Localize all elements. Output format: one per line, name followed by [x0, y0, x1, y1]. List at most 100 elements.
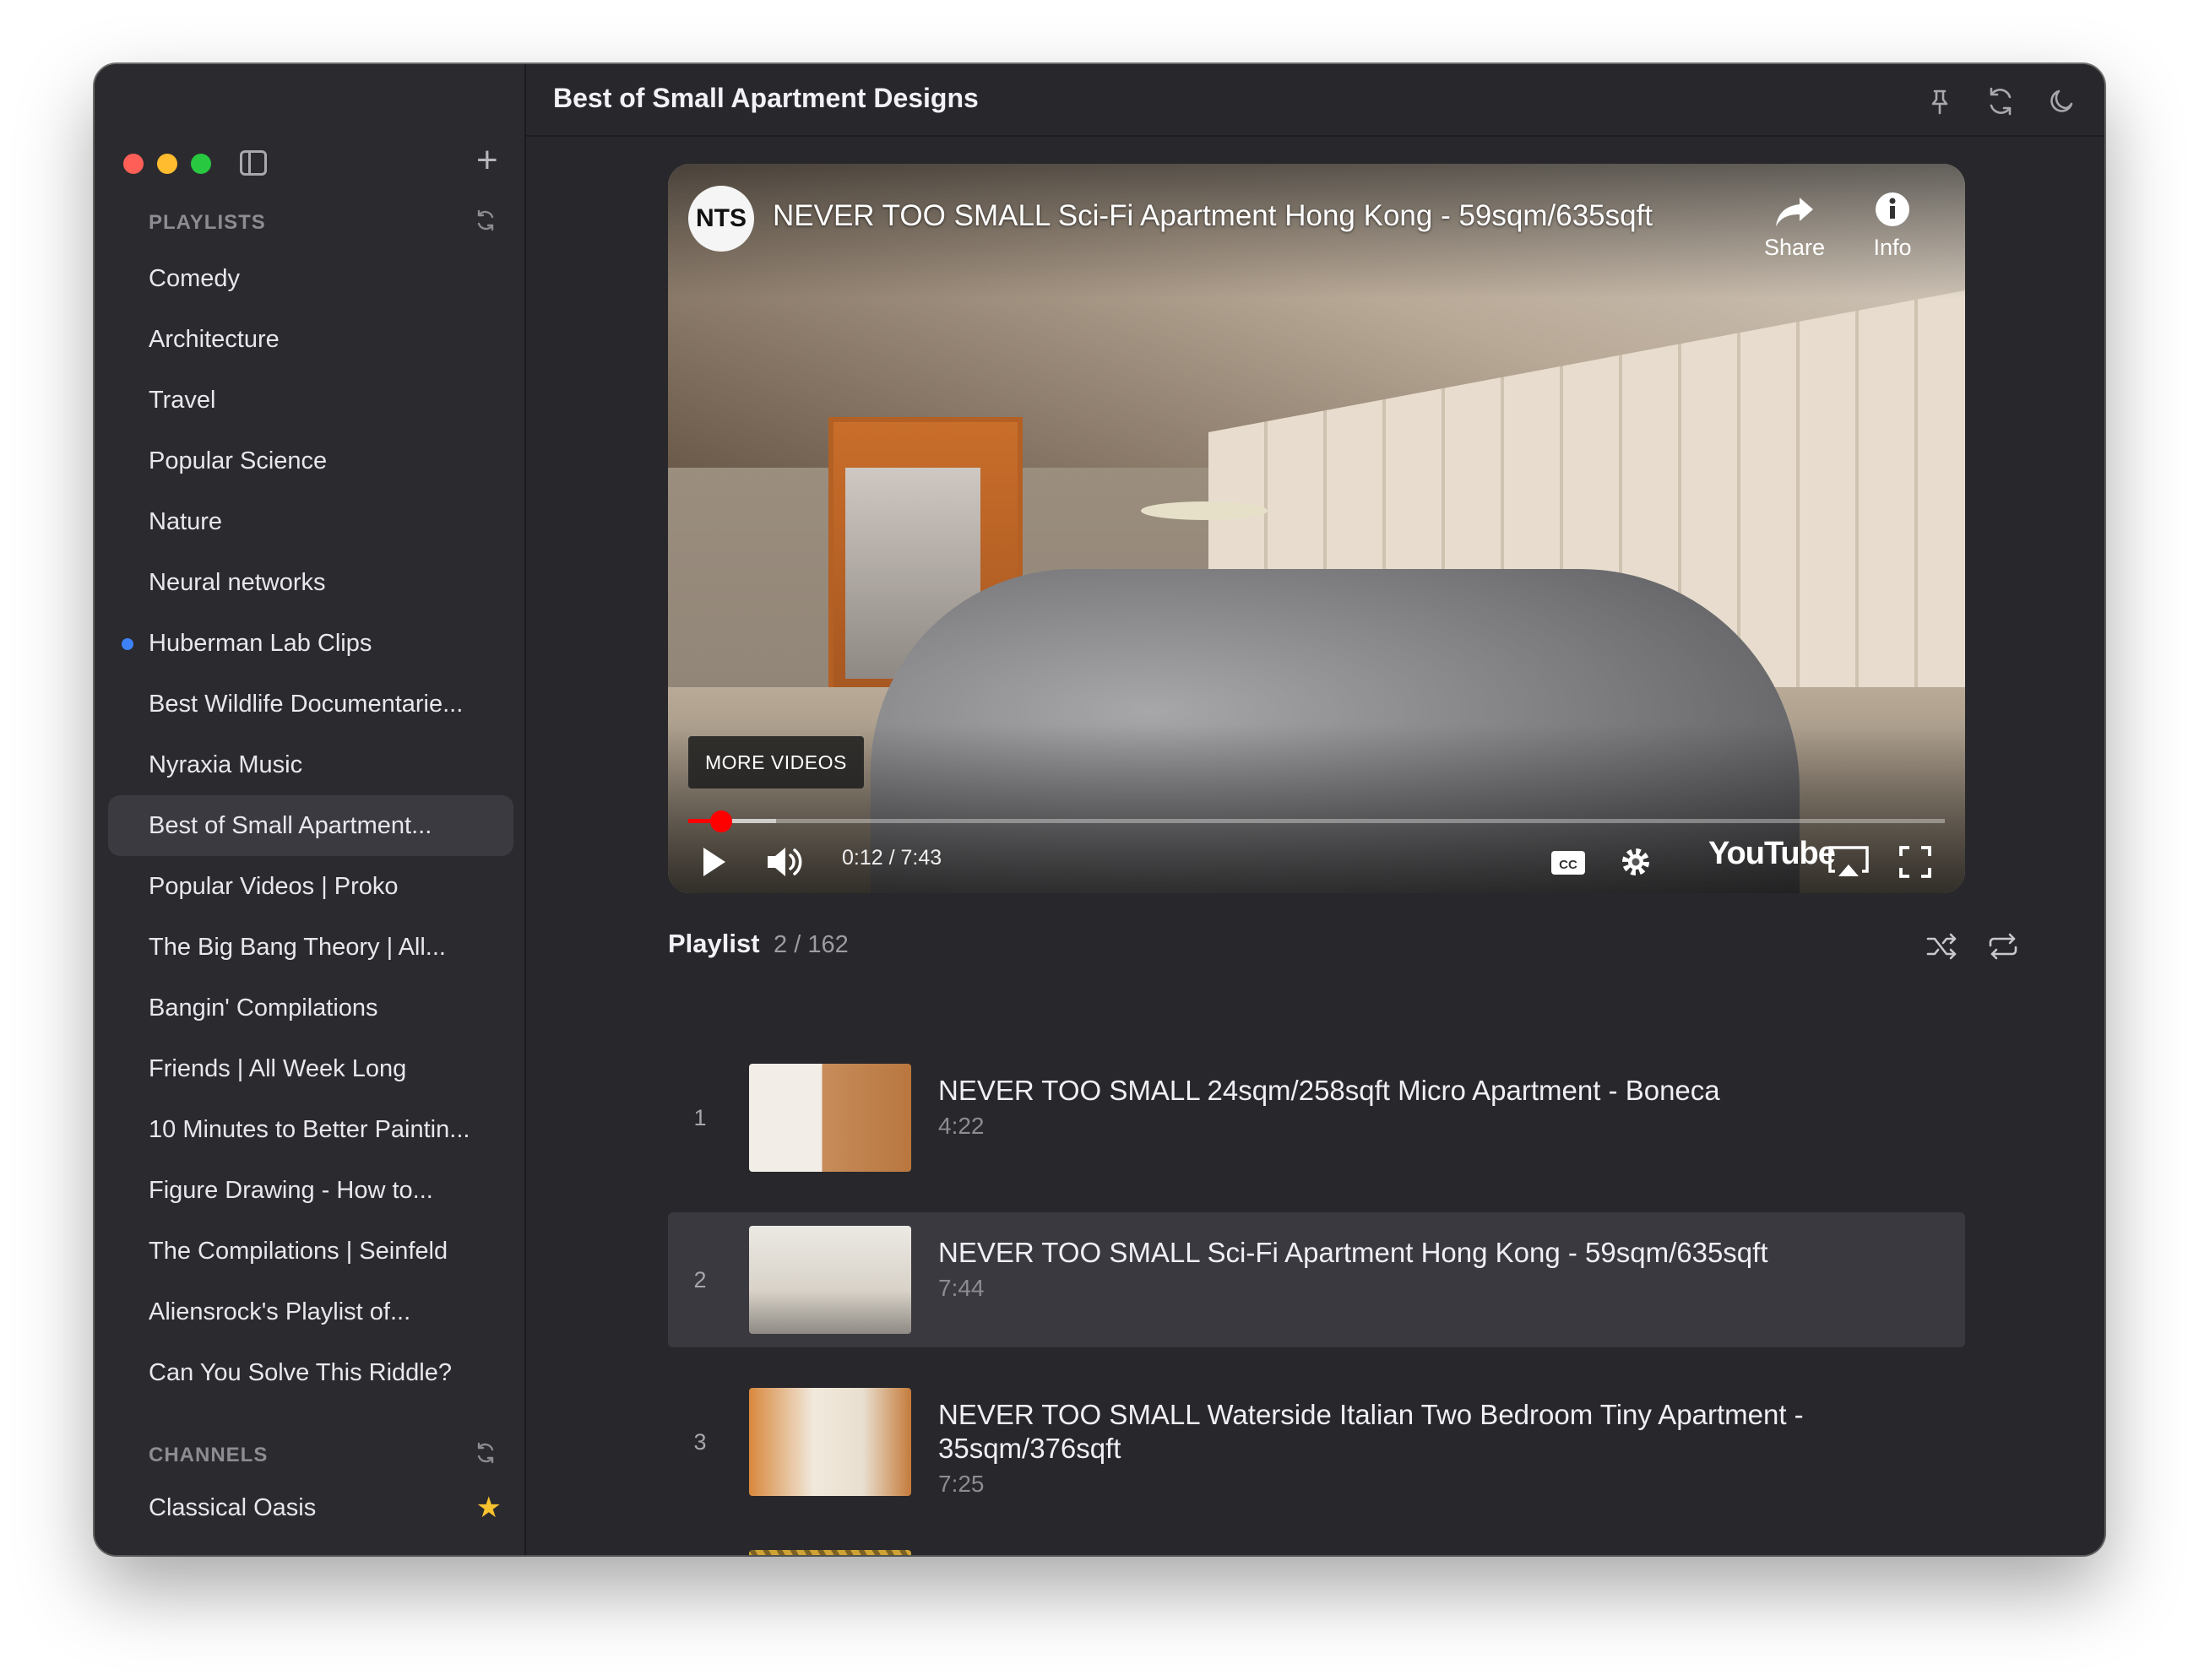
star-icon[interactable]: ★: [476, 1491, 502, 1525]
sidebar-playlist-label: Neural networks: [149, 569, 326, 596]
sidebar-playlist-item[interactable]: Best Wildlife Documentarie...: [108, 674, 513, 734]
sidebar-playlist-label: The Big Bang Theory | All...: [149, 934, 446, 961]
sidebar-playlist-item[interactable]: Aliensrock's Playlist of...: [108, 1282, 513, 1342]
row-duration: 4:22: [938, 1113, 985, 1139]
sidebar-playlist-label: Comedy: [149, 265, 240, 292]
refresh-playlists-icon[interactable]: [475, 209, 497, 231]
sidebar-playlist-item[interactable]: Architecture: [108, 309, 513, 370]
sidebar-playlist-item[interactable]: Huberman Lab Clips: [108, 613, 513, 674]
channel-list: Classical Oasis ★ 3Blue1Brown: [108, 1477, 513, 1555]
sidebar-playlist-label: 10 Minutes to Better Paintin...: [149, 1116, 470, 1143]
shuffle-icon[interactable]: [1925, 929, 1960, 964]
playlists-header: PLAYLISTS: [149, 211, 266, 234]
row-title: NEVER TOO SMALL 24sqm/258sqft Micro Apar…: [938, 1075, 1720, 1106]
sidebar-playlist-label: Nyraxia Music: [149, 751, 303, 778]
volume-icon[interactable]: [763, 841, 810, 883]
sidebar-playlist-label: Best Wildlife Documentarie...: [149, 691, 464, 718]
refresh-channels-icon[interactable]: [475, 1442, 497, 1464]
share-icon: [1776, 198, 1814, 226]
repeat-icon[interactable]: [1985, 929, 2021, 964]
window-controls: [123, 154, 211, 174]
sidebar-playlist-item[interactable]: Bangin' Compilations: [108, 978, 513, 1038]
playlist-row[interactable]: 4NEVER TOO SMALL Hong Kong Small Treehou…: [668, 1536, 1965, 1555]
sidebar-playlist-item[interactable]: Friends | All Week Long: [108, 1038, 513, 1099]
unread-dot-icon: [122, 638, 133, 650]
sidebar-playlist-label: Nature: [149, 508, 223, 535]
sidebar-playlist-item[interactable]: 10 Minutes to Better Paintin...: [108, 1099, 513, 1160]
playlist-header: Playlist 2 / 162: [668, 929, 849, 959]
play-icon[interactable]: [692, 841, 734, 883]
pin-icon[interactable]: [1923, 84, 1957, 118]
sidebar-channel-item[interactable]: Classical Oasis ★: [108, 1477, 513, 1538]
sidebar-toggle-icon[interactable]: [240, 150, 267, 176]
playlist-row[interactable]: 1 NEVER TOO SMALL 24sqm/258sqft Micro Apa…: [668, 1050, 1965, 1185]
sidebar-playlist-item[interactable]: Figure Drawing - How to...: [108, 1160, 513, 1221]
sidebar-playlist-label: Architecture: [149, 326, 280, 353]
playlist-position: 2 / 162: [774, 931, 849, 958]
sidebar-playlist-label: Popular Videos | Proko: [149, 873, 399, 900]
sidebar-playlist-label: The Compilations | Seinfeld: [149, 1238, 448, 1265]
titlebar: Best of Small Apartment Designs: [526, 64, 2104, 137]
video-title[interactable]: NEVER TOO SMALL Sci-Fi Apartment Hong Ko…: [773, 199, 1653, 233]
progress-bar[interactable]: [688, 810, 1945, 832]
airplay-icon[interactable]: [1825, 841, 1872, 883]
info-button[interactable]: Info: [1867, 186, 1918, 261]
fullscreen-icon[interactable]: [1894, 841, 1936, 883]
sidebar-playlist-item[interactable]: The Compilations | Seinfeld: [108, 1221, 513, 1282]
sidebar-playlist-item[interactable]: Can You Solve This Riddle?: [108, 1342, 513, 1403]
sidebar: + PLAYLISTS Comedy Architecture Travel Popu…: [95, 64, 526, 1555]
sidebar-playlist-label: Bangin' Compilations: [149, 994, 378, 1022]
playlist-title: Playlist: [668, 929, 760, 958]
channel-avatar[interactable]: NTS: [688, 186, 754, 252]
video-thumbnail[interactable]: [749, 1064, 911, 1172]
row-title: NEVER TOO SMALL Waterside Italian Two Be…: [938, 1399, 1804, 1464]
reload-icon[interactable]: [1984, 84, 2017, 118]
sidebar-playlist-label: Aliensrock's Playlist of...: [149, 1298, 411, 1325]
row-number: 3: [693, 1429, 707, 1455]
playlist-row[interactable]: 3 NEVER TOO SMALL Waterside Italian Two B…: [668, 1374, 1965, 1509]
sidebar-playlist-item[interactable]: Popular Videos | Proko: [108, 856, 513, 917]
sidebar-playlist-label: Travel: [149, 387, 216, 414]
info-icon: [1876, 192, 1909, 226]
sidebar-channel-item[interactable]: 3Blue1Brown: [108, 1538, 513, 1555]
more-videos-button[interactable]: MORE VIDEOS: [688, 736, 864, 789]
time-display: 0:12 / 7:43: [842, 846, 942, 870]
sidebar-playlist-item[interactable]: Comedy: [108, 248, 513, 309]
sidebar-playlist-label: Best of Small Apartment...: [149, 812, 432, 839]
row-number: 2: [693, 1267, 707, 1293]
channels-header: CHANNELS: [149, 1444, 269, 1466]
video-thumbnail[interactable]: [749, 1550, 911, 1555]
sidebar-playlist-item[interactable]: Nyraxia Music: [108, 734, 513, 795]
playlist-items: 1 NEVER TOO SMALL 24sqm/258sqft Micro Apa…: [668, 1050, 1965, 1555]
video-thumbnail[interactable]: [749, 1226, 911, 1334]
row-number: 4: [692, 1536, 709, 1555]
minimize-window-button[interactable]: [157, 154, 177, 174]
app-window: + PLAYLISTS Comedy Architecture Travel Popu…: [95, 64, 2104, 1555]
close-window-button[interactable]: [123, 154, 144, 174]
settings-gear-icon[interactable]: [1614, 841, 1658, 883]
sidebar-playlist-label: Huberman Lab Clips: [149, 630, 372, 657]
sidebar-playlist-item[interactable]: The Big Bang Theory | All...: [108, 917, 513, 978]
add-icon[interactable]: +: [476, 142, 498, 179]
dark-mode-icon[interactable]: [2044, 84, 2078, 118]
playlist-row[interactable]: 2 NEVER TOO SMALL Sci-Fi Apartment Hong K…: [668, 1212, 1965, 1347]
share-button[interactable]: Share: [1764, 186, 1825, 261]
info-label: Info: [1873, 235, 1912, 260]
row-title: NEVER TOO SMALL Sci-Fi Apartment Hong Ko…: [938, 1237, 1768, 1268]
video-player[interactable]: NTS NEVER TOO SMALL Sci-Fi Apartment Hon…: [668, 164, 1965, 893]
sidebar-playlist-item[interactable]: Neural networks: [108, 552, 513, 613]
sidebar-playlist-item[interactable]: Best of Small Apartment...: [108, 795, 513, 856]
svg-text:CC: CC: [1559, 858, 1577, 872]
sidebar-playlist-label: Popular Science: [149, 447, 328, 474]
sidebar-playlist-label: Friends | All Week Long: [149, 1055, 407, 1082]
sidebar-playlist-item[interactable]: Travel: [108, 370, 513, 431]
zoom-window-button[interactable]: [191, 154, 211, 174]
video-thumbnail[interactable]: [749, 1388, 911, 1496]
captions-icon[interactable]: CC: [1546, 841, 1590, 883]
sidebar-playlist-item[interactable]: Nature: [108, 491, 513, 552]
youtube-logo[interactable]: YouTube: [1708, 836, 1836, 872]
sidebar-playlist-label: Can You Solve This Riddle?: [149, 1359, 452, 1386]
progress-scrubber[interactable]: [709, 810, 732, 832]
video-frame-table: [1141, 501, 1268, 520]
sidebar-playlist-item[interactable]: Popular Science: [108, 431, 513, 491]
